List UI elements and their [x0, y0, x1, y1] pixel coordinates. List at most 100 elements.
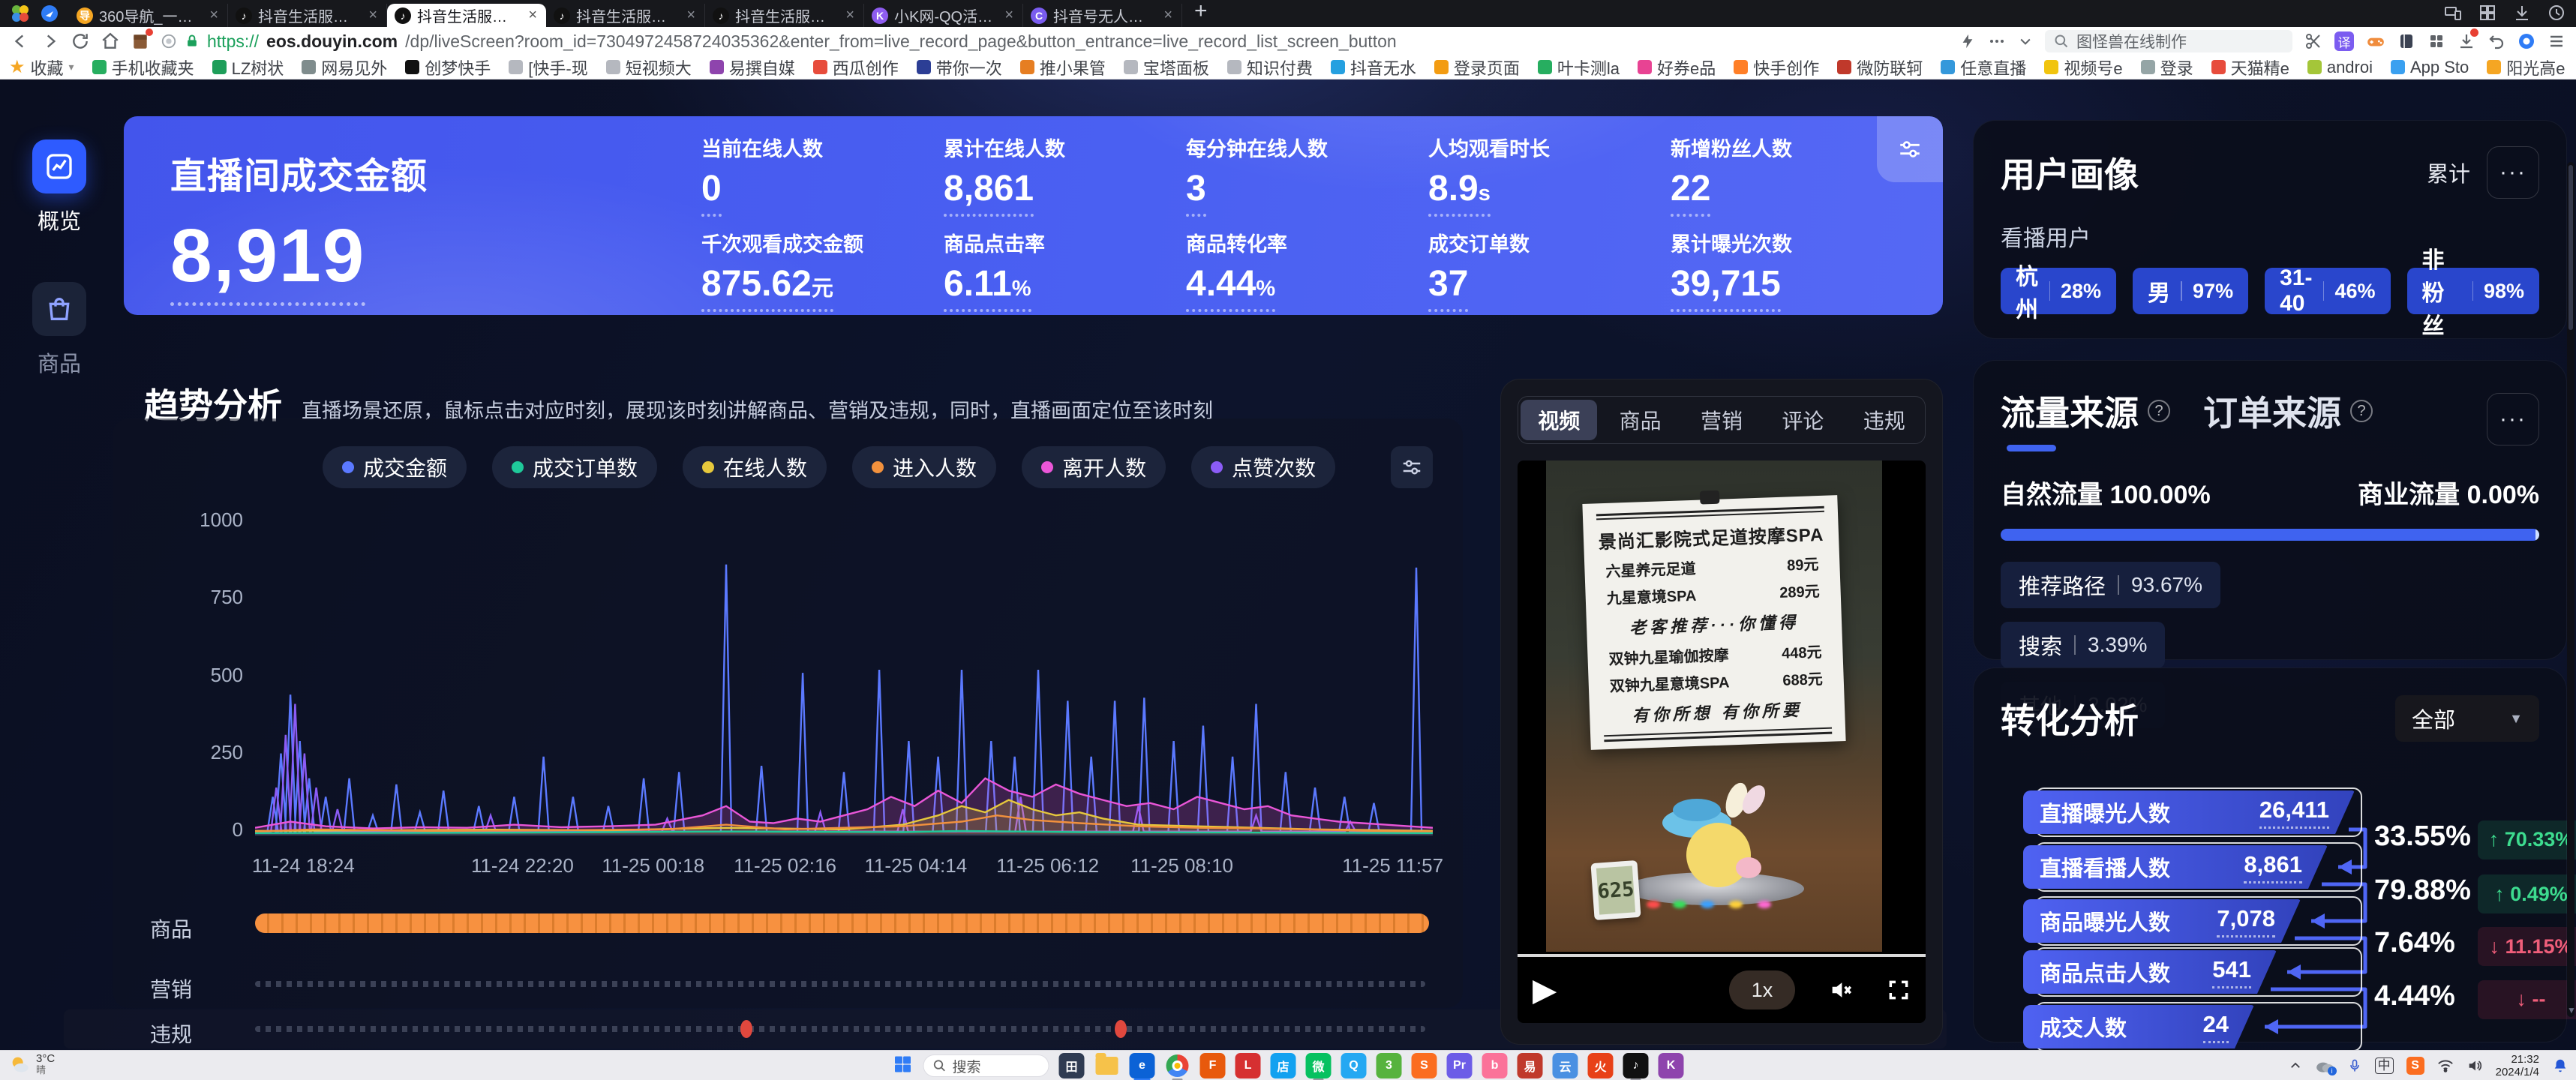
kpi-stat-value[interactable]: 0: [701, 171, 722, 217]
notification-bell-icon[interactable]: [2552, 1058, 2568, 1074]
bookmark-item[interactable]: App Sto: [2391, 58, 2469, 77]
profile-mode-label[interactable]: 累计: [2427, 157, 2470, 188]
taskbar-app-icon[interactable]: [1165, 1053, 1190, 1078]
profile-more-button[interactable]: ···: [2487, 146, 2539, 199]
tab-close-icon[interactable]: ×: [1162, 7, 1174, 24]
taskbar-app-icon[interactable]: 3: [1377, 1053, 1402, 1078]
speaker-icon[interactable]: [2466, 1058, 2483, 1074]
playback-speed-button[interactable]: 1x: [1729, 970, 1795, 1010]
bookmark-item[interactable]: 推小果管: [1020, 56, 1106, 80]
video-player[interactable]: 景尚汇影院式足道按摩SPA 六星养元足道89元九星意境SPA289元 老客推荐·…: [1518, 460, 1926, 1023]
goods-timeline-bar[interactable]: [255, 914, 1429, 933]
video-progress-bar[interactable]: [1518, 954, 1926, 957]
traffic-more-button[interactable]: ···: [2487, 393, 2539, 446]
tab-close-icon[interactable]: ×: [367, 7, 379, 24]
bookmark-item[interactable]: 创梦快手: [405, 56, 491, 80]
cloud-sync-icon[interactable]: i: [2315, 1058, 2334, 1074]
legend-chip[interactable]: 成交订单数: [492, 446, 657, 488]
taskbar-app-icon[interactable]: 易: [1518, 1053, 1543, 1078]
tab-close-icon[interactable]: ×: [1003, 7, 1015, 24]
kpi-stat-value[interactable]: 8.9s: [1428, 171, 1491, 217]
profile-chip-男[interactable]: 男97%: [2133, 268, 2248, 314]
tab-close-icon[interactable]: ×: [685, 7, 697, 24]
funnel-bar-商品点击人数[interactable]: 商品点击人数541: [2023, 950, 2277, 994]
funnel-bar-直播曝光人数[interactable]: 直播曝光人数26,411: [2023, 790, 2355, 834]
forward-button[interactable]: [41, 32, 60, 51]
bookmark-item[interactable]: 视频号e: [2044, 56, 2122, 80]
gamepad-extension-icon[interactable]: [2366, 32, 2385, 51]
taskbar-app-icon[interactable]: S: [1412, 1053, 1437, 1078]
taskbar-app-icon[interactable]: Q: [1341, 1053, 1367, 1078]
back-button[interactable]: [11, 32, 30, 51]
bookmark-item[interactable]: 登录页面: [1434, 56, 1520, 80]
browser-tab[interactable]: K小K网-QQ活动_资源分享-源码×: [864, 4, 1023, 27]
profile-chip-非粉丝[interactable]: 非粉丝98%: [2407, 268, 2540, 314]
bookmark-item[interactable]: 天猫精e: [2211, 56, 2289, 80]
tab-order-source[interactable]: 订单来源?: [2203, 386, 2373, 436]
refresh-button[interactable]: [71, 32, 90, 51]
profile-chip-杭州[interactable]: 杭州28%: [2001, 268, 2116, 314]
taskbar-app-icon[interactable]: [1094, 1053, 1120, 1078]
reader-mode-icon[interactable]: [161, 33, 177, 50]
taskbar-clock[interactable]: 21:322024/1/4: [2496, 1053, 2539, 1078]
sogou-input-icon[interactable]: S: [2406, 1057, 2424, 1075]
help-icon[interactable]: ?: [2148, 400, 2170, 422]
bookmark-item[interactable]: 易撰自媒: [710, 56, 795, 80]
legend-chip[interactable]: 成交金额: [323, 446, 467, 488]
kpi-stat-value[interactable]: 37: [1428, 266, 1468, 312]
player-tab-营销[interactable]: 营销: [1683, 400, 1760, 440]
home-button[interactable]: [101, 32, 120, 51]
browser-tab[interactable]: 导360导航_一个主页，整个世界×: [69, 4, 228, 27]
taskbar-app-icon[interactable]: b: [1482, 1053, 1508, 1078]
kpi-stat-value[interactable]: 39,715: [1671, 266, 1781, 312]
profile-chip-31-40[interactable]: 31-4046%: [2265, 268, 2390, 314]
bookmark-item[interactable]: androi: [2307, 58, 2373, 77]
taskbar-app-icon[interactable]: 田: [1059, 1053, 1085, 1078]
bookmark-item[interactable]: 叶卡测la: [1538, 56, 1620, 80]
tab-close-icon[interactable]: ×: [527, 7, 539, 24]
favorites-box-icon[interactable]: [131, 32, 150, 51]
mute-speaker-icon[interactable]: [1828, 977, 1854, 1003]
bookmark-item[interactable]: 阳光高e: [2487, 56, 2565, 80]
sidebar-item-overview[interactable]: 概览: [32, 140, 86, 236]
taskbar-app-icon[interactable]: 火: [1588, 1053, 1614, 1078]
traffic-chip-推荐路径[interactable]: 推荐路径93.67%: [2001, 562, 2220, 608]
taskbar-app-icon[interactable]: e: [1130, 1053, 1155, 1078]
browser-tab[interactable]: ♪抖音生活服务｜本地直播专业×: [387, 4, 546, 27]
traffic-chip-搜索[interactable]: 搜索3.39%: [2001, 622, 2165, 668]
menu-hamburger-icon[interactable]: [2547, 32, 2565, 50]
kpi-stat-value[interactable]: 875.62元: [701, 266, 833, 312]
browser-tab[interactable]: C抖音号无人直播团购玩法每天×: [1023, 4, 1182, 27]
download-manager-icon[interactable]: [2513, 4, 2531, 22]
player-tab-视频[interactable]: 视频: [1521, 400, 1597, 440]
conversion-filter-dropdown[interactable]: 全部▼: [2395, 695, 2539, 742]
bookmark-item[interactable]: [快手-现: [509, 56, 587, 80]
bookmark-item[interactable]: 宝塔面板: [1124, 56, 1209, 80]
multi-device-icon[interactable]: [2444, 4, 2462, 22]
bookmark-item[interactable]: LZ树状: [212, 56, 284, 80]
player-tab-违规[interactable]: 违规: [1846, 400, 1923, 440]
taskbar-app-icon[interactable]: F: [1200, 1053, 1226, 1078]
player-tab-商品[interactable]: 商品: [1602, 400, 1678, 440]
scissors-screenshot-icon[interactable]: [2304, 32, 2322, 50]
notebook-extension-icon[interactable]: [2397, 32, 2415, 50]
bookmark-item[interactable]: 西瓜创作: [813, 56, 899, 80]
kpi-stat-value[interactable]: 4.44%: [1186, 266, 1275, 312]
kpi-main-value[interactable]: 8,919: [170, 218, 365, 306]
bookmark-item[interactable]: 带你一次: [917, 56, 1002, 80]
start-button[interactable]: [893, 1054, 914, 1078]
funnel-bar-成交人数[interactable]: 成交人数24: [2023, 1005, 2254, 1048]
player-tab-评论[interactable]: 评论: [1764, 400, 1841, 440]
page-scrollbar[interactable]: ▼: [2567, 162, 2574, 1017]
bookmark-item[interactable]: 知识付费: [1227, 56, 1313, 80]
tray-chevron-up-icon[interactable]: [2289, 1059, 2302, 1072]
taskbar-app-icon[interactable]: K: [1659, 1053, 1684, 1078]
kpi-stat-value[interactable]: 6.11%: [944, 266, 1031, 312]
taskbar-search[interactable]: 搜索: [923, 1054, 1049, 1077]
bookmark-item[interactable]: 短视频大: [606, 56, 692, 80]
trend-chart[interactable]: [255, 518, 1433, 836]
sync-account-icon[interactable]: [2517, 32, 2535, 50]
taskbar-app-icon[interactable]: Pr: [1447, 1053, 1473, 1078]
toolbar-more-icon[interactable]: [1988, 32, 2006, 50]
history-clock-icon[interactable]: [2547, 4, 2565, 22]
